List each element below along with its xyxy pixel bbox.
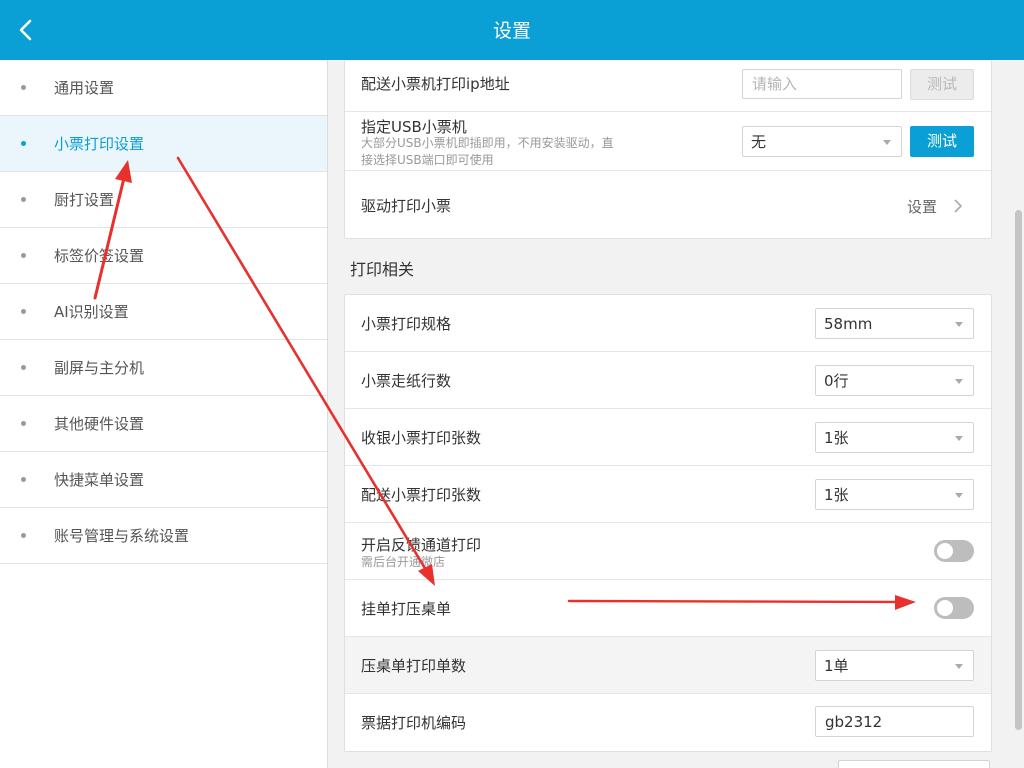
bullet-dot (21, 141, 26, 146)
row-description: 大部分USB小票机即插即用，不用安装驱动，直 (361, 136, 614, 150)
select-value: 1张 (824, 429, 849, 447)
bullet-dot (21, 421, 26, 426)
bullet-dot (21, 365, 26, 370)
caret-down-icon (955, 379, 963, 384)
print-settings-card: 小票打印规格 58mm 小票走纸行数 0行 收银小票打印张数 1张 配送小票打印… (344, 294, 992, 752)
row-label: 小票走纸行数 (361, 372, 452, 390)
sidebar-item-label: 小票打印设置 (54, 135, 145, 153)
sidebar-item-general[interactable]: 通用设置 (0, 60, 327, 116)
row-label: 挂单打压桌单 (361, 600, 452, 618)
bullet-dot (21, 253, 26, 258)
sidebar-item-other-hardware[interactable]: 其他硬件设置 (0, 396, 327, 452)
toggle-knob (937, 600, 953, 616)
caret-down-icon (955, 436, 963, 441)
sidebar-item-label: 其他硬件设置 (54, 415, 145, 433)
printer-card: 配送小票机打印ip地址 测试 指定USB小票机 大部分USB小票机即插即用，不用… (344, 60, 992, 239)
sidebar-item-label: AI识别设置 (54, 303, 129, 321)
row-label: 小票打印规格 (361, 315, 452, 333)
caret-down-icon (883, 140, 891, 145)
caret-down-icon (955, 664, 963, 669)
back-button[interactable] (8, 10, 44, 50)
bullet-dot (21, 533, 26, 538)
next-control-edge (838, 760, 990, 768)
usb-printer-select[interactable]: 无 (742, 126, 902, 157)
row-label: 票据打印机编码 (361, 714, 467, 732)
bullet-dot (21, 85, 26, 90)
sidebar-item-label: 快捷菜单设置 (54, 471, 145, 489)
feedback-print-row: 开启反馈通道打印 需后台开通微店 (345, 523, 991, 580)
receipt-spec-select[interactable]: 58mm (815, 308, 974, 339)
printer-encoding-input[interactable] (815, 706, 974, 737)
row-description: 接选择USB端口即可使用 (361, 153, 494, 167)
sidebar-item-label: 副屏与主分机 (54, 359, 145, 377)
hang-order-row: 挂单打压桌单 (345, 580, 991, 637)
row-label: 开启反馈通道打印 (361, 536, 482, 554)
chevron-right-icon (954, 199, 963, 213)
toggle-knob (937, 543, 953, 559)
usb-printer-row: 指定USB小票机 大部分USB小票机即插即用，不用安装驱动，直 接选择USB端口… (345, 112, 991, 171)
caret-down-icon (955, 493, 963, 498)
sidebar-item-account-system[interactable]: 账号管理与系统设置 (0, 508, 327, 564)
feedback-print-toggle[interactable] (934, 540, 974, 562)
bullet-dot (21, 477, 26, 482)
row-label: 配送小票打印张数 (361, 486, 482, 504)
sidebar-item-label: 标签价签设置 (54, 247, 145, 265)
sidebar-item-shortcut-menu[interactable]: 快捷菜单设置 (0, 452, 327, 508)
sidebar-item-kitchen-printing[interactable]: 厨打设置 (0, 172, 327, 228)
sidebar: 通用设置 小票打印设置 厨打设置 标签价签设置 AI识别设置 副屏与主分机 其他… (0, 60, 328, 768)
select-value: 无 (751, 133, 767, 151)
top-bar: 设置 (0, 0, 1024, 60)
row-label: 收银小票打印张数 (361, 429, 482, 447)
ip-test-button[interactable]: 测试 (910, 69, 974, 100)
delivery-copies-row: 配送小票打印张数 1张 (345, 466, 991, 523)
row-label: 驱动打印小票 (361, 197, 452, 215)
row-label: 压桌单打印单数 (361, 657, 467, 675)
settings-content: 配送小票机打印ip地址 测试 指定USB小票机 大部分USB小票机即插即用，不用… (328, 60, 1024, 768)
sidebar-item-label-price-tag[interactable]: 标签价签设置 (0, 228, 327, 284)
bullet-dot (21, 197, 26, 202)
ip-address-row: 配送小票机打印ip地址 测试 (345, 60, 991, 112)
chevron-left-icon (19, 19, 32, 41)
select-value: 58mm (824, 315, 873, 333)
row-label: 配送小票机打印ip地址 (361, 75, 510, 93)
table-copies-select[interactable]: 1单 (815, 650, 974, 681)
sidebar-item-label: 厨打设置 (54, 191, 115, 209)
sidebar-item-receipt-printing[interactable]: 小票打印设置 (0, 116, 327, 172)
select-value: 1单 (824, 657, 849, 675)
sidebar-item-secondary-screen[interactable]: 副屏与主分机 (0, 340, 327, 396)
sidebar-item-ai-recognition[interactable]: AI识别设置 (0, 284, 327, 340)
select-value: 0行 (824, 372, 849, 390)
ip-address-input[interactable] (742, 69, 902, 99)
sidebar-item-label: 账号管理与系统设置 (54, 527, 190, 545)
scrollbar[interactable] (1015, 210, 1022, 730)
driver-print-row[interactable]: 驱动打印小票 设置 (345, 171, 991, 237)
usb-test-button[interactable]: 测试 (910, 126, 974, 157)
delivery-copies-select[interactable]: 1张 (815, 479, 974, 510)
select-value: 1张 (824, 486, 849, 504)
row-description: 需后台开通微店 (361, 555, 446, 569)
section-title: 打印相关 (350, 260, 415, 279)
table-copies-row: 压桌单打印单数 1单 (345, 637, 991, 694)
receipt-spec-row: 小票打印规格 58mm (345, 295, 991, 352)
bullet-dot (21, 309, 26, 314)
paper-feed-row: 小票走纸行数 0行 (345, 352, 991, 409)
printer-encoding-row: 票据打印机编码 (345, 694, 991, 750)
paper-feed-select[interactable]: 0行 (815, 365, 974, 396)
hang-order-toggle[interactable] (934, 597, 974, 619)
caret-down-icon (955, 322, 963, 327)
cashier-copies-row: 收银小票打印张数 1张 (345, 409, 991, 466)
page-title: 设置 (492, 20, 531, 42)
sidebar-item-label: 通用设置 (54, 79, 115, 97)
driver-settings-link[interactable]: 设置 (907, 196, 937, 217)
cashier-copies-select[interactable]: 1张 (815, 422, 974, 453)
